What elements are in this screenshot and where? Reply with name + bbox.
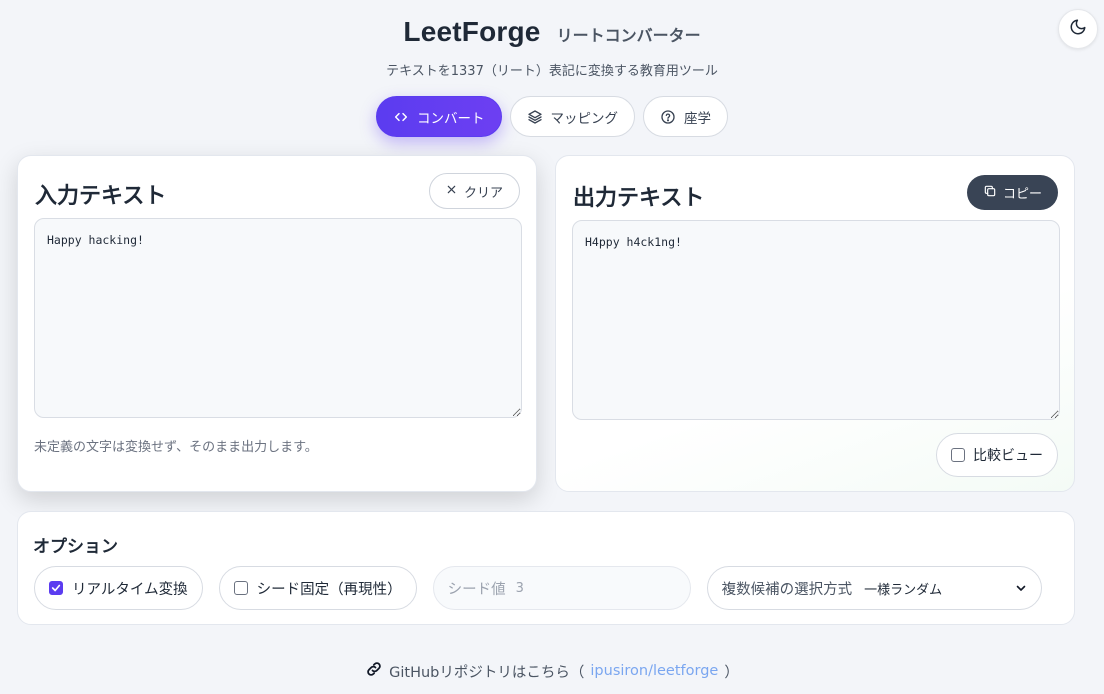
footer: GitHubリポジトリはこちら（ ipusiron/leetforge ） <box>0 660 1104 682</box>
seed-value: 3 <box>515 580 524 596</box>
seed-label: シード値 <box>447 581 506 598</box>
page-header: LeetForge リートコンバーター テキストを1337（リート）表記に変換す… <box>0 16 1104 79</box>
input-textarea[interactable]: Happy hacking! <box>34 218 522 418</box>
seed-fixed-checkbox[interactable] <box>233 581 248 595</box>
input-panel: 入力テキスト クリア Happy hacking! 未定義の文字は変換せず、その… <box>17 155 537 492</box>
tab-lecture[interactable]: 座学 <box>643 96 728 137</box>
compare-view-checkbox[interactable] <box>951 448 965 462</box>
code-icon <box>393 109 409 125</box>
realtime-toggle[interactable]: リアルタイム変換 <box>34 566 203 610</box>
output-panel-title: 出力テキスト <box>573 186 705 211</box>
tab-mapping[interactable]: マッピング <box>509 96 635 137</box>
tab-lecture-label: 座学 <box>684 110 711 127</box>
tab-convert-label: コンバート <box>417 110 485 127</box>
compare-view-label: 比較ビュー <box>973 448 1043 464</box>
compare-view-toggle[interactable]: 比較ビュー <box>936 433 1058 477</box>
output-panel: 出力テキスト コピー H4ppy h4ck1ng! 比較ビュー <box>555 155 1075 492</box>
clear-button-label: クリア <box>463 185 503 201</box>
layers-icon <box>527 109 543 125</box>
seed-fixed-toggle[interactable]: シード固定（再現性） <box>218 566 417 610</box>
app-title: LeetForge <box>403 16 541 47</box>
copy-button-label: コピー <box>1002 187 1042 202</box>
input-note: 未定義の文字は変換せず、そのまま出力します。 <box>34 440 318 455</box>
input-panel-title: 入力テキスト <box>35 184 167 209</box>
seed-input[interactable]: シード値 3 <box>432 566 691 610</box>
realtime-label: リアルタイム変換 <box>72 581 188 598</box>
footer-close: ） <box>724 664 739 681</box>
main-tabs: コンバート マッピング 座学 <box>0 96 1104 137</box>
selection-method-label: 複数候補の選択方式 <box>721 581 853 598</box>
tagline: テキストを1337（リート）表記に変換する教育用ツール <box>386 64 718 79</box>
copy-button[interactable]: コピー <box>966 175 1058 210</box>
selection-method-value: 一様ランダム <box>864 582 943 598</box>
tab-convert[interactable]: コンバート <box>376 96 502 137</box>
options-title: オプション <box>33 537 118 557</box>
help-circle-icon <box>660 109 676 125</box>
copy-icon <box>983 184 997 202</box>
app-subtitle: リートコンバーター <box>556 26 701 45</box>
link-icon <box>365 660 383 682</box>
clear-button[interactable]: クリア <box>428 173 520 209</box>
selection-method-select[interactable]: 複数候補の選択方式 一様ランダム <box>706 566 1042 610</box>
realtime-checkbox[interactable] <box>49 581 63 595</box>
tab-mapping-label: マッピング <box>550 110 619 127</box>
close-icon <box>446 184 457 199</box>
footer-text: GitHubリポジトリはこちら（ <box>389 664 585 681</box>
options-panel: オプション リアルタイム変換 シード固定（再現性） シード値 3 複数候補の選択… <box>17 511 1075 625</box>
chevron-down-icon <box>1015 582 1027 598</box>
github-link[interactable]: ipusiron/leetforge <box>590 663 718 679</box>
seed-fixed-label: シード固定（再現性） <box>256 581 402 598</box>
output-textarea[interactable]: H4ppy h4ck1ng! <box>572 220 1060 420</box>
